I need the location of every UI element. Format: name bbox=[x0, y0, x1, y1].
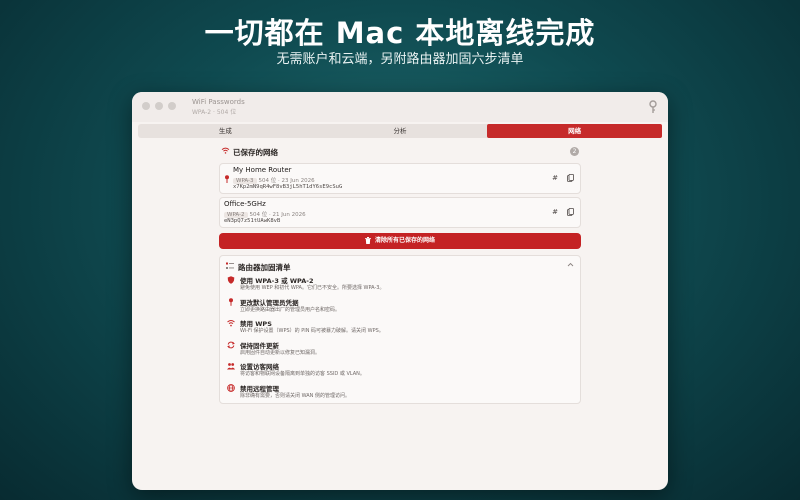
chevron-up-icon[interactable] bbox=[567, 261, 574, 268]
app-window: WiFi Passwords WPA-2 · 504 位 生成 分析 网络 已保… bbox=[132, 92, 668, 490]
pin-icon[interactable] bbox=[224, 175, 230, 183]
wifi-icon bbox=[221, 147, 230, 154]
network-meta: WPA-2 504 位 · 21 Jun 2026 bbox=[224, 210, 306, 218]
saved-networks-title: 已保存的网络 bbox=[233, 148, 278, 157]
checklist-item-desc: 将访客和物联网设备隔离到单独的访客 SSID 或 VLAN。 bbox=[240, 371, 365, 377]
trash-icon bbox=[364, 237, 371, 244]
network-password: x7Kp2mN9qR4wF8vB3jL5hT1dY6sE9cSuG bbox=[233, 184, 343, 190]
globe-icon bbox=[227, 383, 235, 392]
saved-count-badge: 2 bbox=[570, 147, 579, 156]
title-bar: WiFi Passwords WPA-2 · 504 位 bbox=[132, 92, 668, 122]
window-subtitle: WPA-2 · 504 位 bbox=[192, 109, 237, 116]
zoom-window-button[interactable] bbox=[168, 102, 176, 110]
remove-all-label: 清除所有已保存的网络 bbox=[374, 237, 435, 244]
checklist-icon bbox=[226, 262, 234, 269]
tab-bar: 生成 分析 网络 bbox=[138, 124, 663, 138]
checklist-item-desc: 立即更换路由器出厂的管理员用户名和密码。 bbox=[240, 306, 341, 313]
checklist-item: 禁用远程管理 除非确有需要，否则请关闭 WAN 侧的管理访问。 bbox=[220, 382, 580, 404]
shield-icon bbox=[227, 276, 235, 284]
network-card[interactable]: Office-5GHz WPA-2 504 位 · 21 Jun 2026 eN3… bbox=[219, 197, 581, 228]
tab-network[interactable]: 网络 bbox=[487, 124, 663, 138]
checklist-item-desc: Wi-Fi 保护设置（WPS）的 PIN 码可被暴力破解。请关闭 WPS。 bbox=[240, 328, 384, 334]
people-icon bbox=[227, 363, 235, 370]
tab-generate[interactable]: 生成 bbox=[138, 124, 313, 138]
key-icon[interactable] bbox=[648, 100, 658, 114]
key-icon bbox=[229, 297, 233, 306]
router-hardening-checklist: 路由器加固清单 使用 WPA-3 或 WPA-2 避免使用 WEP 和初代 WP… bbox=[219, 255, 581, 404]
copy-icon[interactable] bbox=[567, 208, 574, 216]
checklist-item: 禁用 WPS Wi-Fi 保护设置（WPS）的 PIN 码可被暴力破解。请关闭 … bbox=[220, 317, 580, 339]
window-title: WiFi Passwords bbox=[192, 98, 245, 106]
checklist-item: 使用 WPA-3 或 WPA-2 避免使用 WEP 和初代 WPA。它们已不安全… bbox=[220, 274, 580, 296]
network-panel: 已保存的网络 2 My Home Router WPA-3 504 位 · 23 … bbox=[219, 144, 581, 404]
hash-button[interactable]: # bbox=[552, 174, 558, 182]
network-meta: WPA-3 504 位 · 23 Jun 2026 bbox=[233, 176, 315, 184]
checklist-item: 设置访客网络 将访客和物联网设备隔离到单独的访客 SSID 或 VLAN。 bbox=[220, 360, 580, 382]
window-controls bbox=[142, 102, 176, 110]
minimize-window-button[interactable] bbox=[155, 102, 163, 110]
wifi-off-icon bbox=[227, 320, 235, 327]
checklist-item-desc: 除非确有需要，否则请关闭 WAN 侧的管理访问。 bbox=[240, 392, 351, 399]
network-name: Office-5GHz bbox=[224, 200, 266, 208]
checklist-header[interactable]: 路由器加固清单 bbox=[220, 256, 580, 274]
close-window-button[interactable] bbox=[142, 102, 150, 110]
refresh-icon bbox=[227, 341, 235, 348]
saved-networks-header: 已保存的网络 2 bbox=[219, 144, 581, 160]
checklist-item-desc: 启用固件自动更新以修复已知漏洞。 bbox=[240, 349, 321, 356]
network-password: eN3pQ7z51tUAwK8vB bbox=[224, 218, 281, 224]
hero-subtitle: 无需账户和云端，另附路由器加固六步清单 bbox=[276, 52, 524, 67]
checklist-item: 保持固件更新 启用固件自动更新以修复已知漏洞。 bbox=[220, 339, 580, 361]
checklist-title: 路由器加固清单 bbox=[238, 263, 291, 272]
tab-analyze[interactable]: 分析 bbox=[313, 124, 488, 138]
remove-all-networks-button[interactable]: 清除所有已保存的网络 bbox=[219, 233, 581, 249]
network-card[interactable]: My Home Router WPA-3 504 位 · 23 Jun 2026 … bbox=[219, 163, 581, 194]
copy-icon[interactable] bbox=[567, 174, 574, 182]
network-name: My Home Router bbox=[233, 166, 292, 174]
checklist-item: 更改默认管理员凭据 立即更换路由器出厂的管理员用户名和密码。 bbox=[220, 296, 580, 318]
checklist-item-desc: 避免使用 WEP 和初代 WPA。它们已不安全。所要选择 WPA-3。 bbox=[240, 285, 385, 291]
hash-button[interactable]: # bbox=[552, 208, 558, 216]
hero-title: 一切都在 Mac 本地离线完成 bbox=[204, 16, 596, 50]
